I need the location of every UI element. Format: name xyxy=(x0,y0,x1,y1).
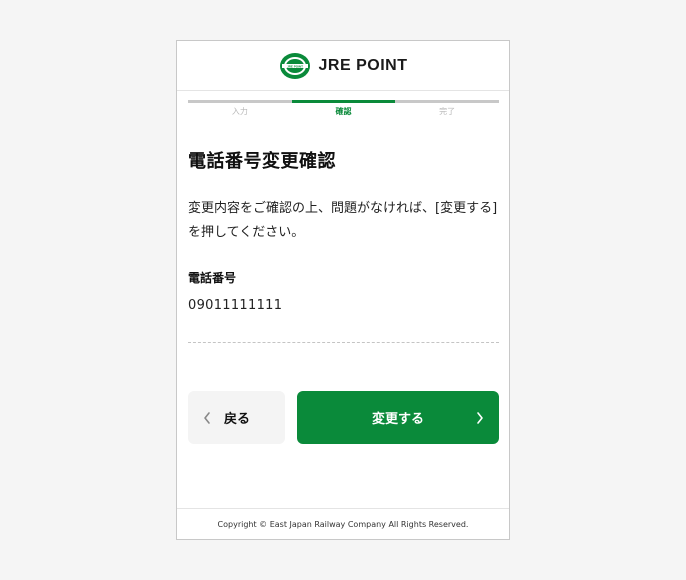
step-bar xyxy=(188,100,292,103)
chevron-right-icon xyxy=(477,412,483,424)
page-description: 変更内容をご確認の上、問題がなければ、[変更する] を押してください。 xyxy=(188,197,504,245)
description-line: 変更内容をご確認の上、問題がなければ、[変更する] xyxy=(188,201,498,216)
copyright-text: Copyright © East Japan Railway Company A… xyxy=(217,519,469,529)
phone-number-value: 09011111111 xyxy=(188,298,283,313)
logo-text: JRE POINT xyxy=(318,56,408,74)
header: JRE POINT JRE POINT xyxy=(177,41,509,91)
submit-change-button[interactable]: 変更する xyxy=(297,391,499,444)
step-input: 入力 xyxy=(188,100,292,117)
step-bar xyxy=(395,100,500,103)
step-complete: 完了 xyxy=(395,100,500,117)
jre-point-logo-icon: JRE POINT xyxy=(279,52,310,79)
step-confirm: 確認 xyxy=(291,100,396,117)
svg-text:JRE POINT: JRE POINT xyxy=(287,64,303,68)
chevron-left-icon xyxy=(204,411,210,424)
step-label: 入力 xyxy=(231,107,248,116)
confirmation-card: JRE POINT JRE POINT 入力 確認 完了 電話番号変更確認 変更… xyxy=(176,40,510,540)
page-title: 電話番号変更確認 xyxy=(188,151,336,172)
progress-steps: 入力 確認 完了 xyxy=(188,100,500,117)
footer: Copyright © East Japan Railway Company A… xyxy=(177,508,509,539)
back-button[interactable]: 戻る xyxy=(188,391,285,444)
phone-number-label: 電話番号 xyxy=(188,271,237,285)
back-button-label: 戻る xyxy=(224,412,251,427)
description-line: を押してください。 xyxy=(188,225,305,240)
step-bar xyxy=(291,100,396,103)
step-label: 確認 xyxy=(335,107,352,116)
divider xyxy=(188,342,499,343)
submit-button-label: 変更する xyxy=(371,412,424,427)
step-label: 完了 xyxy=(439,107,456,116)
